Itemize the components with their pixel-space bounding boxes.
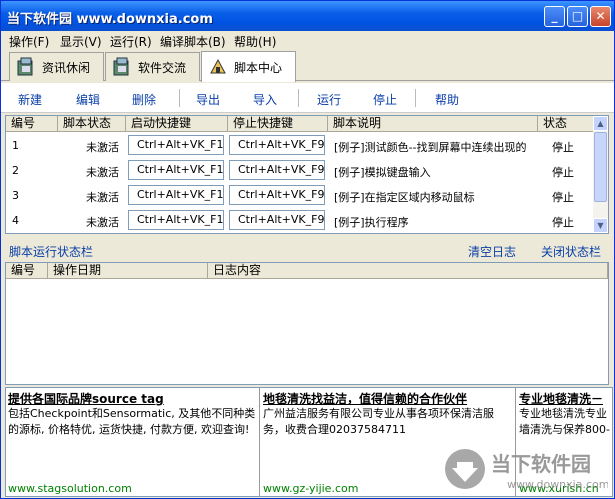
run-button[interactable]: 运行 <box>317 91 341 108</box>
ad-url[interactable]: www.stagsolution.com <box>8 482 132 495</box>
cell-status: 停止 <box>552 141 574 154</box>
vertical-scrollbar[interactable]: ▲ ▼ <box>593 116 608 233</box>
tab-label: 软件交流 <box>138 60 187 75</box>
ad-body: 广州益洁服务有限公司专业从事各项环保清洁服务，收费合理02037584711 <box>263 407 494 436</box>
col-log-content[interactable]: 日志内容 <box>208 263 608 279</box>
table-row[interactable]: 1 未激活 Ctrl+Alt+VK_F1 Ctrl+Alt+VK_F9 [例子]… <box>6 133 594 158</box>
maximize-button[interactable]: □ <box>567 6 588 27</box>
window-title: 当下软件园 www.downxia.com <box>7 12 213 27</box>
watermark-logo: 当下软件园 www.downxia.com <box>443 444 609 494</box>
col-stop-hotkey[interactable]: 停止快捷键 <box>228 116 328 132</box>
status-bar-title: 脚本运行状态栏 <box>9 245 94 259</box>
app-window: 当下软件园 www.downxia.com _ □ ✕ 操作(F) 显示(V) … <box>0 0 615 499</box>
stop-hotkey-field[interactable]: Ctrl+Alt+VK_F9 <box>229 210 325 230</box>
cell-state: 未激活 <box>86 191 119 204</box>
menu-help[interactable]: 帮助(H) <box>234 33 276 50</box>
export-button[interactable]: 导出 <box>196 91 220 108</box>
cell-id: 4 <box>12 214 19 227</box>
col-status[interactable]: 状态 <box>538 116 594 132</box>
menu-compile[interactable]: 编译脚本(B) <box>160 33 226 50</box>
import-button[interactable]: 导入 <box>253 91 277 108</box>
start-hotkey-field[interactable]: Ctrl+Alt+VK_F1 <box>128 210 224 230</box>
svg-text:www.downxia.com: www.downxia.com <box>507 478 608 491</box>
status-bar-header: 脚本运行状态栏 清空日志 关闭状态栏 <box>1 239 614 261</box>
ad-title[interactable]: 专业地毯清洗－ <box>519 390 603 407</box>
toolbar-separator <box>298 89 299 107</box>
scroll-thumb[interactable] <box>594 132 607 202</box>
tab-software[interactable]: 软件交流 <box>105 52 200 81</box>
toolbar: 新建 编辑 删除 导出 导入 运行 停止 帮助 <box>1 83 614 113</box>
script-table: 编号 脚本状态 启动快捷键 停止快捷键 脚本说明 状态 1 未激活 Ctrl+A… <box>5 115 609 234</box>
app-icon <box>16 57 36 77</box>
cell-state: 未激活 <box>86 141 119 154</box>
cell-id: 1 <box>12 139 19 152</box>
table-row[interactable]: 4 未激活 Ctrl+Alt+VK_F1 Ctrl+Alt+VK_F9 [例子]… <box>6 208 594 233</box>
scroll-down-icon[interactable]: ▼ <box>593 218 608 233</box>
col-start-hotkey[interactable]: 启动快捷键 <box>126 116 228 132</box>
col-log-date[interactable]: 操作日期 <box>48 263 208 279</box>
ad-url[interactable]: www.gz-yijie.com <box>263 482 358 495</box>
cell-status: 停止 <box>552 191 574 204</box>
close-button[interactable]: ✕ <box>590 6 611 27</box>
stop-hotkey-field[interactable]: Ctrl+Alt+VK_F9 <box>229 160 325 180</box>
start-hotkey-field[interactable]: Ctrl+Alt+VK_F1 <box>128 160 224 180</box>
clear-log-link[interactable]: 清空日志 <box>468 243 516 260</box>
tab-label: 脚本中心 <box>234 60 283 75</box>
cell-description: [例子]在指定区域内移动鼠标 <box>334 191 475 204</box>
svg-text:当下软件园: 当下软件园 <box>491 452 591 476</box>
ad-item[interactable]: 提供各国际品牌source tag 包括Checkpoint和Sensormat… <box>6 388 260 496</box>
ad-body: 专业地毯清洗专业墙清洗与保养800- <box>519 407 610 436</box>
menu-run[interactable]: 运行(R) <box>110 33 152 50</box>
title-bar[interactable]: 当下软件园 www.downxia.com _ □ ✕ <box>1 1 614 31</box>
table-row[interactable]: 3 未激活 Ctrl+Alt+VK_F1 Ctrl+Alt+VK_F9 [例子]… <box>6 183 594 208</box>
tab-news[interactable]: 资讯休闲 <box>9 52 104 81</box>
toolbar-separator <box>415 89 416 107</box>
cell-status: 停止 <box>552 166 574 179</box>
close-status-bar-link[interactable]: 关闭状态栏 <box>541 243 601 260</box>
log-table: 编号 操作日期 日志内容 <box>5 262 609 385</box>
col-description[interactable]: 脚本说明 <box>328 116 538 132</box>
cell-id: 2 <box>12 164 19 177</box>
edit-button[interactable]: 编辑 <box>76 91 100 108</box>
cell-status: 停止 <box>552 216 574 229</box>
tab-label: 资讯休闲 <box>42 60 91 75</box>
tab-script-center[interactable]: 脚本中心 <box>201 51 296 82</box>
new-button[interactable]: 新建 <box>18 91 42 108</box>
stop-hotkey-field[interactable]: Ctrl+Alt+VK_F9 <box>229 135 325 155</box>
cell-description: [例子]模拟键盘输入 <box>334 166 431 179</box>
col-id[interactable]: 编号 <box>6 116 58 132</box>
cell-state: 未激活 <box>86 216 119 229</box>
col-script-state[interactable]: 脚本状态 <box>58 116 126 132</box>
script-icon <box>208 57 228 77</box>
table-row[interactable]: 2 未激活 Ctrl+Alt+VK_F1 Ctrl+Alt+VK_F9 [例子]… <box>6 158 594 183</box>
start-hotkey-field[interactable]: Ctrl+Alt+VK_F1 <box>128 135 224 155</box>
help-button[interactable]: 帮助 <box>435 91 459 108</box>
start-hotkey-field[interactable]: Ctrl+Alt+VK_F1 <box>128 185 224 205</box>
cell-id: 3 <box>12 189 19 202</box>
minimize-button[interactable]: _ <box>544 6 565 27</box>
ad-body: 包括Checkpoint和Sensormatic, 及其他不同种类的源标, 价格… <box>8 407 256 436</box>
cell-description: [例子]测试颜色--找到屏幕中连续出现的 <box>334 141 527 154</box>
col-log-id[interactable]: 编号 <box>6 263 48 279</box>
toolbar-separator <box>179 89 180 107</box>
cell-description: [例子]执行程序 <box>334 216 409 229</box>
delete-button[interactable]: 删除 <box>132 91 156 108</box>
menu-bar: 操作(F) 显示(V) 运行(R) 编译脚本(B) 帮助(H) <box>1 31 614 50</box>
app-icon <box>112 57 132 77</box>
tab-bar: 资讯休闲 软件交流 脚本中心 <box>1 51 614 82</box>
stop-hotkey-field[interactable]: Ctrl+Alt+VK_F9 <box>229 185 325 205</box>
menu-operate[interactable]: 操作(F) <box>9 33 49 50</box>
stop-button[interactable]: 停止 <box>373 91 397 108</box>
cell-state: 未激活 <box>86 166 119 179</box>
menu-view[interactable]: 显示(V) <box>60 33 102 50</box>
scroll-up-icon[interactable]: ▲ <box>593 116 608 131</box>
ad-title[interactable]: 提供各国际品牌source tag <box>8 390 164 407</box>
ad-title[interactable]: 地毯清洗找益洁，值得信赖的合作伙伴 <box>263 390 467 407</box>
